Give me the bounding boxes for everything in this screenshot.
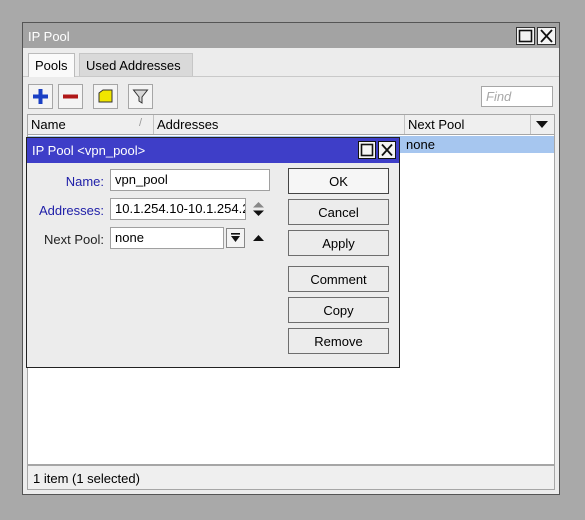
tab-pools-label: Pools bbox=[35, 58, 68, 73]
chevron-down-icon bbox=[536, 121, 548, 128]
restore-icon bbox=[360, 143, 374, 157]
apply-button[interactable]: Apply bbox=[288, 230, 389, 256]
next-pool-label: Next Pool: bbox=[44, 232, 104, 247]
column-addresses-label: Addresses bbox=[157, 117, 219, 132]
sort-indicator: / bbox=[139, 117, 143, 129]
comment-button-label: Comment bbox=[310, 272, 367, 287]
remove-button-label: Remove bbox=[314, 334, 363, 349]
ok-button-label: OK bbox=[329, 174, 348, 189]
status-text: 1 item (1 selected) bbox=[33, 471, 140, 486]
ok-button[interactable]: OK bbox=[288, 168, 389, 194]
name-label: Name: bbox=[65, 174, 104, 189]
spin-arrows-icon bbox=[253, 202, 264, 216]
next-pool-select[interactable]: none bbox=[110, 227, 224, 249]
cancel-button[interactable]: Cancel bbox=[288, 199, 389, 225]
tab-pools[interactable]: Pools bbox=[28, 53, 75, 77]
dialog-restore-button[interactable] bbox=[358, 141, 376, 159]
dialog-titlebar[interactable]: IP Pool <vpn_pool> bbox=[27, 138, 399, 163]
remove-dialog-button[interactable]: Remove bbox=[288, 328, 389, 354]
tab-used-addresses[interactable]: Used Addresses bbox=[79, 53, 193, 77]
apply-button-label: Apply bbox=[322, 236, 355, 251]
dialog-title: IP Pool <vpn_pool> bbox=[32, 143, 146, 158]
tab-divider bbox=[23, 76, 559, 77]
cancel-button-label: Cancel bbox=[318, 205, 359, 220]
dialog-close-button[interactable] bbox=[378, 141, 396, 159]
addresses-value: 10.1.254.10-10.1.254.20 bbox=[115, 201, 246, 216]
table-header: Name / Addresses Next Pool bbox=[28, 115, 554, 135]
column-menu-button[interactable] bbox=[529, 115, 554, 134]
close-icon bbox=[540, 29, 553, 43]
column-header-next-pool[interactable]: Next Pool bbox=[405, 115, 531, 134]
ip-pool-edit-dialog: IP Pool <vpn_pool> Name: vpn_pool Addres… bbox=[26, 137, 400, 368]
dropdown-icon bbox=[231, 233, 240, 242]
window-titlebar[interactable]: IP Pool bbox=[23, 23, 559, 48]
copy-button[interactable]: Copy bbox=[288, 297, 389, 323]
minus-icon bbox=[63, 94, 78, 99]
window-title: IP Pool bbox=[28, 29, 70, 44]
window-restore-button[interactable] bbox=[516, 27, 535, 45]
column-header-addresses[interactable]: Addresses bbox=[154, 115, 405, 134]
filter-button[interactable] bbox=[128, 84, 153, 109]
addresses-field[interactable]: 10.1.254.10-10.1.254.20 bbox=[110, 198, 246, 220]
triangle-up-icon bbox=[253, 235, 264, 241]
column-next-pool-label: Next Pool bbox=[408, 117, 465, 132]
comment-button[interactable] bbox=[93, 84, 118, 109]
status-bar: 1 item (1 selected) bbox=[27, 465, 555, 490]
column-header-name[interactable]: Name / bbox=[28, 115, 154, 134]
plus-icon bbox=[33, 89, 48, 104]
comment-dialog-button[interactable]: Comment bbox=[288, 266, 389, 292]
copy-button-label: Copy bbox=[323, 303, 354, 318]
column-name-label: Name bbox=[31, 117, 66, 132]
restore-icon bbox=[518, 29, 533, 43]
row-next-pool-cell: none bbox=[406, 137, 435, 152]
window-close-button[interactable] bbox=[537, 27, 556, 45]
next-pool-remove-arrow[interactable] bbox=[252, 234, 265, 242]
name-value: vpn_pool bbox=[115, 172, 168, 187]
comment-icon bbox=[98, 89, 113, 103]
filter-icon bbox=[132, 89, 149, 104]
addresses-label: Addresses: bbox=[38, 203, 104, 218]
name-field[interactable]: vpn_pool bbox=[110, 169, 270, 191]
find-input[interactable]: Find bbox=[481, 86, 553, 107]
find-placeholder: Find bbox=[486, 89, 512, 104]
next-pool-dropdown-button[interactable] bbox=[226, 228, 245, 248]
add-button[interactable] bbox=[28, 84, 53, 109]
remove-button[interactable] bbox=[58, 84, 83, 109]
close-icon bbox=[381, 143, 393, 157]
tab-used-addresses-label: Used Addresses bbox=[86, 58, 181, 73]
next-pool-value: none bbox=[115, 230, 144, 245]
addresses-spin-arrows[interactable] bbox=[252, 201, 265, 217]
